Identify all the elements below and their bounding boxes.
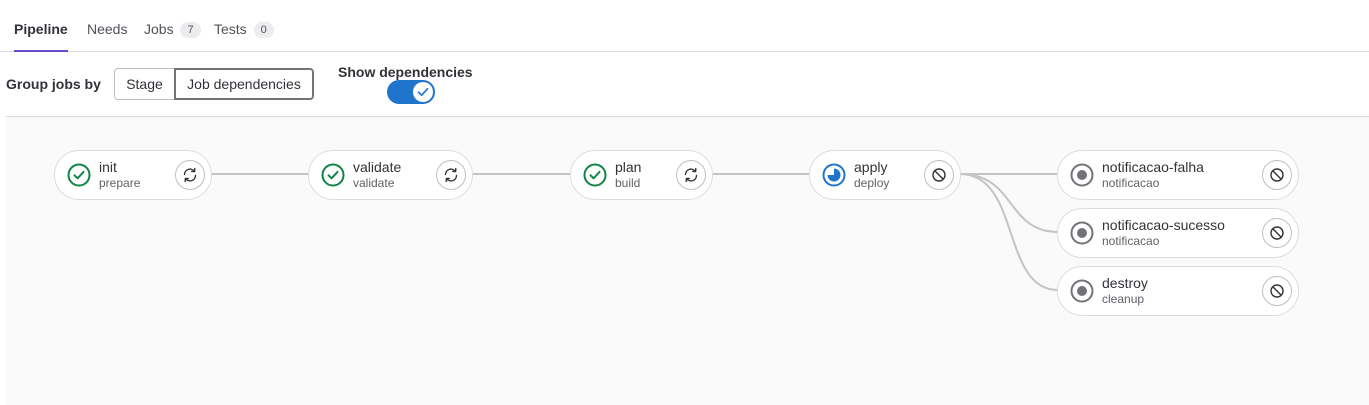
job-stage: cleanup [1102, 292, 1145, 306]
job-validate[interactable]: validate validate [308, 150, 473, 200]
tab-pipeline-label: Pipeline [14, 21, 68, 37]
job-name: notificacao-falha [1102, 159, 1204, 175]
cancel-button[interactable] [1262, 276, 1292, 306]
job-name: apply [854, 159, 888, 175]
cancel-icon [932, 168, 946, 182]
job-stage: deploy [854, 176, 890, 190]
cancel-button[interactable] [1262, 160, 1292, 190]
retry-icon [183, 167, 197, 183]
show-dependencies-label: Show dependencies [338, 64, 473, 80]
tab-tests-label: Tests [214, 21, 247, 37]
job-destroy[interactable]: destroy cleanup [1057, 266, 1299, 316]
tab-pipeline[interactable]: Pipeline [14, 0, 68, 52]
link-apply-destroy [959, 173, 1059, 291]
tab-needs[interactable]: Needs [87, 0, 127, 51]
job-name: init [99, 159, 117, 175]
pipeline-graph: init prepare validate validate plan buil… [6, 116, 1369, 405]
tab-jobs-label: Jobs [144, 21, 174, 37]
status-created-icon [1070, 279, 1094, 303]
status-success-icon [583, 163, 607, 187]
group-jobs-by-label: Group jobs by [6, 76, 101, 92]
job-stage: prepare [99, 176, 141, 190]
retry-button[interactable] [436, 160, 466, 190]
job-stage: build [615, 176, 641, 190]
pipeline-tabs: Pipeline Needs Jobs 7 Tests 0 [0, 0, 1369, 52]
retry-button[interactable] [676, 160, 706, 190]
cancel-icon [1270, 168, 1284, 182]
status-created-icon [1070, 163, 1094, 187]
link-apply-notificacao-sucesso [959, 173, 1059, 233]
status-success-icon [321, 163, 345, 187]
check-icon [417, 87, 429, 97]
group-by-job-dependencies-button[interactable]: Job dependencies [174, 68, 314, 100]
tests-count-badge: 0 [253, 22, 274, 38]
status-running-icon [822, 163, 846, 187]
cancel-button[interactable] [924, 160, 954, 190]
retry-icon [444, 167, 458, 183]
group-by-stage-button[interactable]: Stage [114, 68, 175, 100]
status-success-icon [67, 163, 91, 187]
toggle-knob [413, 82, 433, 102]
job-stage: validate [353, 176, 395, 190]
tab-jobs[interactable]: Jobs 7 [144, 0, 201, 51]
job-apply[interactable]: apply deploy [809, 150, 961, 200]
retry-button[interactable] [175, 160, 205, 190]
cancel-icon [1270, 284, 1284, 298]
job-notificacao-falha[interactable]: notificacao-falha notificacao [1057, 150, 1299, 200]
tab-needs-label: Needs [87, 21, 128, 37]
show-dependencies-toggle[interactable] [387, 80, 435, 104]
retry-icon [684, 167, 698, 183]
job-name: destroy [1102, 275, 1148, 291]
status-created-icon [1070, 221, 1094, 245]
job-name: notificacao-sucesso [1102, 217, 1225, 233]
cancel-icon [1270, 226, 1284, 240]
cancel-button[interactable] [1262, 218, 1292, 248]
job-stage: notificacao [1102, 176, 1160, 190]
job-plan[interactable]: plan build [570, 150, 713, 200]
job-name: plan [615, 159, 642, 175]
job-init[interactable]: init prepare [54, 150, 212, 200]
job-notificacao-sucesso[interactable]: notificacao-sucesso notificacao [1057, 208, 1299, 258]
tab-tests[interactable]: Tests 0 [214, 0, 274, 51]
job-stage: notificacao [1102, 234, 1160, 248]
job-name: validate [353, 159, 402, 175]
jobs-count-badge: 7 [180, 22, 201, 38]
